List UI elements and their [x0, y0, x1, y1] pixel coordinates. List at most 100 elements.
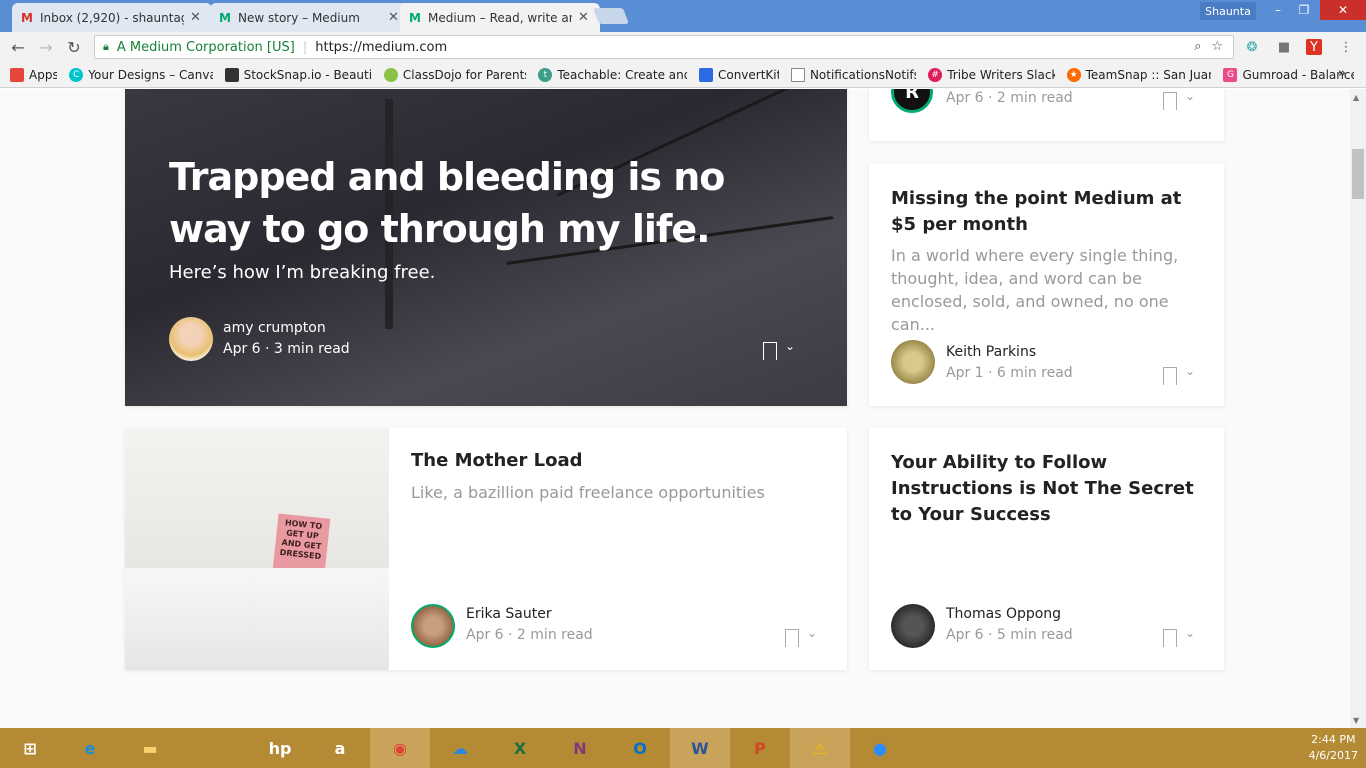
- classdojo-icon: [383, 67, 398, 82]
- bookmark-icon[interactable]: [1163, 367, 1177, 385]
- hero-title[interactable]: Trapped and bleeding is no way to go thr…: [169, 151, 809, 255]
- excel-icon[interactable]: X: [490, 728, 550, 768]
- hp-icon[interactable]: hp: [250, 728, 310, 768]
- bookmark-gumroad[interactable]: G Gumroad - Balance: [1223, 67, 1354, 82]
- author-name[interactable]: Erika Sauter: [466, 606, 552, 622]
- back-icon[interactable]: ←: [8, 37, 28, 57]
- forward-icon[interactable]: →: [36, 37, 56, 57]
- warning-icon[interactable]: ⚠: [790, 728, 850, 768]
- address-bar[interactable]: 🔒︎ A Medium Corporation [US] | https://m…: [94, 35, 1234, 59]
- onedrive-icon[interactable]: ☁: [430, 728, 490, 768]
- bookmark-teachable[interactable]: t Teachable: Create and: [538, 67, 687, 82]
- tab-new-story[interactable]: M New story – Medium ✕: [210, 3, 410, 32]
- extension-icon[interactable]: ■: [1274, 37, 1294, 57]
- extension-icon[interactable]: Y: [1306, 39, 1322, 55]
- extension-icon[interactable]: ❂: [1242, 37, 1262, 57]
- word-icon[interactable]: W: [670, 728, 730, 768]
- system-clock[interactable]: 2:44 PM 4/6/2017: [1309, 732, 1358, 764]
- divider: |: [302, 39, 308, 55]
- author-name[interactable]: Keith Parkins: [946, 344, 1036, 360]
- amazon-icon[interactable]: a: [310, 728, 370, 768]
- zoom-app-icon[interactable]: ●: [850, 728, 910, 768]
- author-name[interactable]: amy crumpton: [223, 320, 326, 336]
- story-title[interactable]: Missing the point Medium at $5 per month: [891, 186, 1201, 238]
- more-bookmarks-icon[interactable]: »: [1338, 66, 1346, 81]
- bookmark-classdojo[interactable]: ClassDojo for Parents: [383, 67, 527, 82]
- star-icon[interactable]: ☆: [1211, 39, 1223, 54]
- bookmark-convertkit[interactable]: ConvertKit: [698, 67, 779, 82]
- menu-icon[interactable]: ⋮: [1336, 37, 1356, 57]
- chevron-down-icon[interactable]: ⌄: [807, 626, 817, 640]
- powerpoint-icon[interactable]: P: [730, 728, 790, 768]
- zoom-icon[interactable]: ⌕: [1194, 39, 1201, 54]
- url-text[interactable]: https://medium.com: [315, 40, 447, 55]
- internet-explorer-icon[interactable]: e: [60, 728, 120, 768]
- story-title[interactable]: The Mother Load: [411, 450, 582, 471]
- teamsnap-icon: ★: [1066, 67, 1081, 82]
- tab-medium-home[interactable]: M Medium – Read, write an ✕: [400, 3, 600, 32]
- bookmark-label: Teachable: Create and: [557, 67, 687, 82]
- bookmark-notifications[interactable]: NotificationsNotifs: [790, 67, 917, 82]
- bookmark-label: ClassDojo for Parents: [402, 67, 527, 82]
- bookmark-stocksnap[interactable]: StockSnap.io - Beautif: [224, 67, 372, 82]
- author-avatar[interactable]: [169, 317, 213, 361]
- chrome-icon[interactable]: ◉: [370, 728, 430, 768]
- new-tab-button[interactable]: [593, 8, 629, 24]
- windows-start-icon[interactable]: ⊞: [0, 728, 60, 768]
- side-story-card[interactable]: Your Ability to Follow Instructions is N…: [869, 428, 1224, 670]
- chevron-down-icon[interactable]: ⌄: [1185, 626, 1195, 640]
- scroll-up-icon[interactable]: ▲: [1353, 93, 1359, 102]
- tab-gmail[interactable]: M Inbox (2,920) - shauntag ✕: [12, 3, 212, 32]
- side-story-card[interactable]: Missing the point Medium at $5 per month…: [869, 164, 1224, 406]
- post-meta: Apr 6 · 3 min read: [223, 341, 350, 357]
- close-window-button[interactable]: ✕: [1320, 0, 1366, 20]
- scroll-down-icon[interactable]: ▼: [1353, 716, 1359, 725]
- camera-icon: [224, 67, 239, 82]
- page-scrollbar[interactable]: ▲ ▼: [1350, 89, 1366, 729]
- hero-story-card[interactable]: Trapped and bleeding is no way to go thr…: [125, 89, 847, 406]
- bookmark-label: Tribe Writers Slack: [947, 67, 1055, 82]
- bookmark-label: NotificationsNotifs: [809, 67, 917, 82]
- onenote-icon[interactable]: N: [550, 728, 610, 768]
- post-meta: Apr 1 · 6 min read: [946, 365, 1073, 381]
- bookmark-icon[interactable]: [1163, 92, 1177, 110]
- side-story-card[interactable]: R Apr 6 · 2 min read ⌄: [869, 89, 1224, 141]
- scrollbar-thumb[interactable]: [1352, 149, 1364, 199]
- restore-button[interactable]: ❐: [1290, 0, 1318, 20]
- bookmark-slack[interactable]: # Tribe Writers Slack: [928, 67, 1055, 82]
- tab-title: New story – Medium: [238, 10, 360, 25]
- close-tab-icon[interactable]: ✕: [190, 10, 204, 25]
- minimize-button[interactable]: –: [1264, 0, 1292, 20]
- profile-button[interactable]: Shaunta: [1200, 2, 1256, 20]
- bookmark-icon[interactable]: [763, 342, 777, 360]
- mail-icon: [698, 67, 713, 82]
- bookmark-canva[interactable]: C Your Designs – Canva: [69, 67, 213, 82]
- bookmark-teamsnap[interactable]: ★ TeamSnap :: San Juan: [1066, 67, 1211, 82]
- gmail-icon: M: [21, 10, 33, 25]
- post-meta: Apr 6 · 2 min read: [466, 627, 593, 643]
- author-avatar[interactable]: [891, 604, 935, 648]
- publication-avatar[interactable]: R: [891, 89, 933, 113]
- author-avatar[interactable]: [891, 340, 935, 384]
- chevron-down-icon[interactable]: ⌄: [785, 339, 795, 353]
- bookmark-icon[interactable]: [785, 629, 799, 647]
- slack-icon: #: [928, 67, 943, 82]
- chevron-down-icon[interactable]: ⌄: [1185, 364, 1195, 378]
- story-card[interactable]: HOW TO GET UP AND GET DRESSED The Mother…: [125, 428, 847, 670]
- bookmark-label: Your Designs – Canva: [88, 67, 213, 82]
- clock-time: 2:44 PM: [1311, 733, 1356, 746]
- close-tab-icon[interactable]: ✕: [578, 10, 592, 25]
- story-description: Like, a bazillion paid freelance opportu…: [411, 483, 765, 502]
- reload-icon[interactable]: ↻: [64, 37, 84, 57]
- file-explorer-icon[interactable]: ▬: [120, 728, 180, 768]
- story-title[interactable]: Your Ability to Follow Instructions is N…: [891, 450, 1201, 528]
- author-name[interactable]: Thomas Oppong: [946, 606, 1061, 622]
- bookmark-icon[interactable]: [1163, 629, 1177, 647]
- author-avatar[interactable]: [411, 604, 455, 648]
- outlook-icon[interactable]: O: [610, 728, 670, 768]
- tab-title: Inbox (2,920) - shauntag: [40, 10, 184, 25]
- bookmark-apps[interactable]: Apps: [10, 67, 58, 82]
- chevron-down-icon[interactable]: ⌄: [1185, 89, 1195, 103]
- bookmark-label: Apps: [29, 67, 58, 82]
